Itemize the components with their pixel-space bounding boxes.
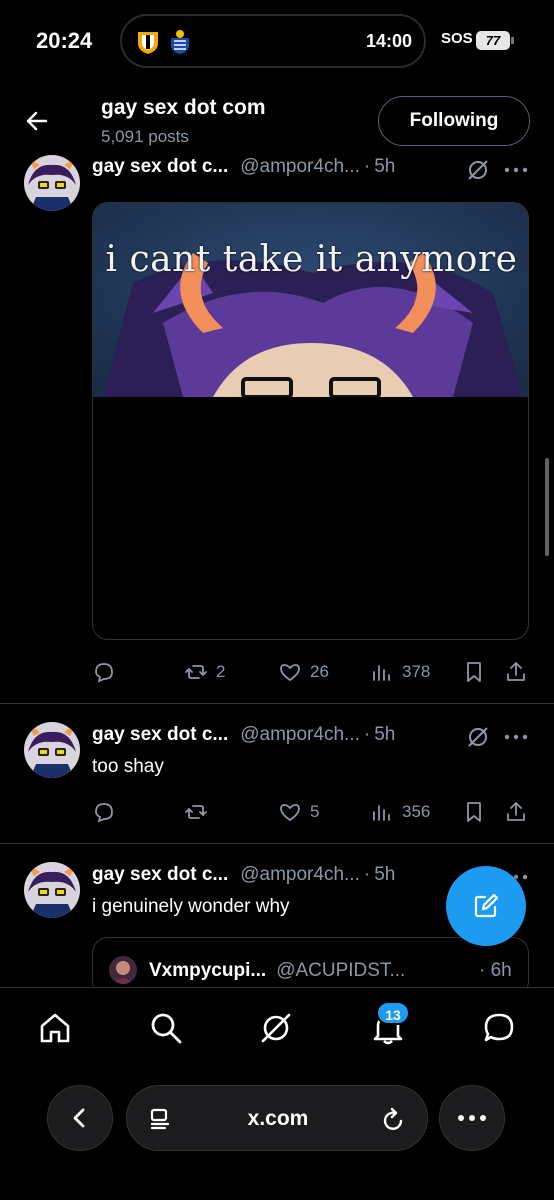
grok-icon[interactable]	[258, 1010, 294, 1046]
more-dots-icon	[458, 1115, 486, 1121]
meta-separator: ·	[363, 864, 371, 885]
heart-icon	[280, 664, 300, 682]
post-text: too shay	[92, 756, 164, 777]
author-name[interactable]: gay sex dot c...	[92, 156, 228, 178]
meta-separator: ·	[363, 724, 371, 745]
bookmark-button[interactable]	[462, 800, 486, 824]
scrollbar[interactable]	[545, 458, 549, 556]
views-icon	[373, 805, 390, 821]
quoted-author-name: Vxmpycupi...	[149, 960, 267, 981]
battery-indicator: 77	[476, 31, 514, 50]
post-age[interactable]: 5h	[374, 864, 395, 886]
address-bar[interactable]: x.com	[126, 1085, 428, 1151]
real-sociedad-crest-icon	[171, 30, 189, 54]
share-icon	[507, 662, 525, 681]
notification-badge: 13	[376, 1001, 410, 1025]
views-button[interactable]: 356	[370, 800, 430, 824]
status-bar: 20:24 14:00 SOS 77	[0, 0, 554, 80]
island-time: 14:00	[365, 31, 412, 51]
back-arrow-icon[interactable]	[24, 108, 50, 134]
author-name[interactable]: gay sex dot c...	[92, 864, 228, 886]
browser-toolbar: x.com	[0, 1067, 554, 1200]
repost-icon	[185, 805, 207, 819]
media-caption: i cant take it anymore	[105, 239, 518, 280]
post-meta: gay sex dot c... @ampor4ch... · 5h	[92, 156, 395, 178]
home-icon[interactable]	[37, 1010, 73, 1046]
post-media[interactable]: i cant take it anymore	[92, 202, 529, 640]
author-handle[interactable]: @ampor4ch...	[240, 724, 360, 746]
share-icon	[507, 802, 525, 821]
like-button[interactable]: 26	[278, 660, 329, 684]
dynamic-island[interactable]: 14:00	[120, 14, 426, 68]
views-count: 356	[402, 802, 431, 821]
avatar-image	[24, 155, 80, 211]
quoted-post-age: · 6h	[479, 960, 512, 981]
search-icon[interactable]	[148, 1010, 184, 1046]
reply-icon	[95, 663, 113, 683]
bottom-nav: 13	[0, 987, 554, 1067]
media-image	[93, 203, 528, 397]
author-handle[interactable]: @ampor4ch...	[240, 864, 360, 886]
like-count: 26	[310, 662, 329, 681]
reply-button[interactable]	[92, 800, 116, 824]
quoted-avatar	[109, 956, 137, 984]
more-options-icon[interactable]	[504, 733, 528, 741]
like-button[interactable]: 5	[278, 800, 319, 824]
views-button[interactable]: 378	[370, 660, 430, 684]
quoted-author-handle: @ACUPIDST...	[276, 960, 406, 981]
browser-back-button[interactable]	[47, 1085, 113, 1151]
author-name[interactable]: gay sex dot c...	[92, 724, 228, 746]
meta-separator: ·	[363, 156, 371, 177]
compose-post-button[interactable]	[446, 866, 526, 946]
profile-header: gay sex dot com 5,091 posts Following	[0, 80, 554, 154]
avatar-image	[24, 722, 80, 778]
like-count: 5	[310, 802, 320, 821]
avatar[interactable]	[24, 722, 80, 778]
avatar[interactable]	[24, 862, 80, 918]
grok-icon[interactable]	[466, 725, 490, 749]
author-handle[interactable]: @ampor4ch...	[240, 156, 360, 178]
post-age[interactable]: 5h	[374, 724, 395, 746]
repost-icon	[185, 665, 207, 679]
repost-count: 2	[216, 662, 226, 681]
heart-icon	[280, 804, 300, 822]
bookmark-icon	[467, 802, 481, 822]
messages-icon[interactable]	[481, 1010, 517, 1046]
grok-icon[interactable]	[466, 158, 490, 182]
bookmark-icon	[467, 662, 481, 682]
reply-button[interactable]	[92, 660, 116, 684]
post-count: 5,091 posts	[101, 127, 189, 146]
status-clock: 20:24	[36, 28, 93, 53]
chevron-left-icon	[73, 1108, 85, 1128]
post-age[interactable]: 5h	[374, 156, 395, 178]
more-options-icon[interactable]	[504, 166, 528, 174]
post-divider	[0, 703, 554, 704]
profile-title: gay sex dot com	[101, 96, 266, 119]
post-meta: gay sex dot c... @ampor4ch... · 5h	[92, 724, 395, 746]
share-button[interactable]	[504, 660, 528, 684]
following-button[interactable]: Following	[378, 96, 530, 146]
reply-icon	[95, 803, 113, 823]
post-actions: 2 26 378	[92, 660, 532, 688]
quoted-meta: Vxmpycupi... @ACUPIDST... · 6h	[149, 960, 512, 982]
views-count: 378	[402, 662, 431, 681]
post-text: i genuinely wonder why	[92, 896, 290, 917]
reload-icon[interactable]	[381, 1105, 407, 1133]
bookmark-button[interactable]	[462, 660, 486, 684]
share-button[interactable]	[504, 800, 528, 824]
valencia-crest-icon	[138, 32, 158, 54]
avatar-image	[24, 862, 80, 918]
post-meta: gay sex dot c... @ampor4ch... · 5h	[92, 864, 395, 886]
compose-icon	[474, 893, 499, 918]
repost-button[interactable]	[184, 800, 208, 824]
post-actions: 5 356	[92, 800, 532, 828]
avatar[interactable]	[24, 155, 80, 211]
sos-indicator: SOS	[441, 30, 473, 47]
views-icon	[373, 665, 390, 681]
repost-button[interactable]: 2	[184, 660, 225, 684]
post-divider	[0, 843, 554, 844]
more-button[interactable]	[439, 1085, 505, 1151]
